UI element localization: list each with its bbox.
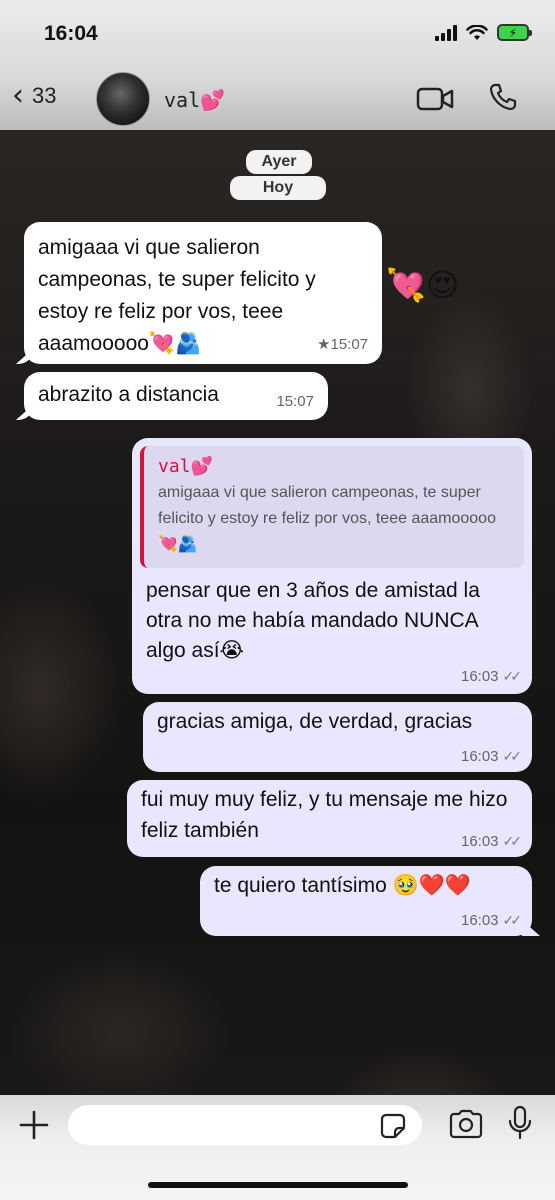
- read-receipt-icon: ✓✓: [502, 912, 523, 928]
- quoted-text: amigaaa vi que salieron campeonas, te su…: [158, 484, 496, 553]
- message-bubble-outgoing[interactable]: gracias amiga, de verdad, gracias 16:03 ✓…: [143, 702, 532, 772]
- message-time: 16:03 ✓✓: [460, 747, 523, 766]
- back-chevron-icon: ‹: [12, 78, 24, 113]
- quoted-sender: val💕: [158, 456, 213, 477]
- message-time: ★15:07: [317, 336, 368, 353]
- message-bubble-outgoing[interactable]: te quiero tantísimo 🥹❤️❤️ 16:03 ✓✓: [200, 866, 532, 936]
- read-receipt-icon: ✓✓: [502, 748, 523, 764]
- signal-icon: [435, 24, 457, 41]
- message-text: pensar que en 3 años de amistad la otra …: [146, 579, 480, 662]
- battery-icon: ⚡: [497, 24, 532, 41]
- message-time: 16:03 ✓✓: [460, 832, 523, 851]
- home-indicator: [148, 1182, 408, 1188]
- message-input[interactable]: [68, 1105, 422, 1145]
- message-text: te quiero tantísimo 🥹❤️❤️: [214, 874, 472, 897]
- contact-name[interactable]: val💕: [164, 88, 225, 112]
- message-bubble-outgoing[interactable]: val💕 amigaaa vi que salieron campeonas, …: [132, 438, 532, 694]
- message-bubble-outgoing[interactable]: fui muy muy feliz, y tu mensaje me hizo …: [127, 780, 532, 857]
- message-time-value: 16:03: [460, 668, 499, 685]
- status-time: 16:04: [44, 22, 98, 45]
- avatar[interactable]: [96, 72, 150, 126]
- message-text: gracias amiga, de verdad, gracias: [157, 710, 473, 733]
- message-bubble-incoming[interactable]: abrazito a distancia 15:07: [24, 372, 328, 420]
- unread-count: 33: [32, 83, 57, 108]
- message-bubble-incoming[interactable]: amigaaa vi que salieron campeonas, te su…: [24, 222, 382, 364]
- quoted-message[interactable]: val💕 amigaaa vi que salieron campeonas, …: [140, 446, 524, 568]
- message-text: amigaaa vi que salieron campeonas, te su…: [38, 236, 316, 355]
- message-time: 15:07: [276, 393, 314, 410]
- read-receipt-icon: ✓✓: [502, 668, 523, 684]
- message-time-value: 16:03: [460, 748, 499, 765]
- message-time: 16:03 ✓✓: [460, 667, 523, 686]
- date-chip-yesterday: Ayer: [246, 150, 312, 174]
- sticker-icon[interactable]: [380, 1113, 406, 1139]
- phone-call-icon[interactable]: [488, 82, 518, 112]
- back-button[interactable]: ‹ 33: [12, 78, 57, 113]
- camera-icon[interactable]: [448, 1109, 484, 1139]
- message-time-value: 16:03: [460, 833, 499, 850]
- message-time-value: 16:03: [460, 912, 499, 929]
- plus-icon[interactable]: [18, 1109, 50, 1141]
- message-time: 16:03 ✓✓: [460, 911, 523, 930]
- status-icons: ⚡: [435, 24, 532, 41]
- video-call-icon[interactable]: [416, 86, 454, 112]
- wifi-icon: [466, 24, 488, 40]
- message-reactions: 💘😍: [386, 267, 460, 303]
- date-chip-today: Hoy: [230, 176, 326, 200]
- read-receipt-icon: ✓✓: [502, 833, 523, 849]
- message-text: abrazito a distancia: [38, 383, 219, 406]
- chat-header: 16:04 ⚡ ‹ 33 val💕: [0, 0, 555, 130]
- microphone-icon[interactable]: [508, 1105, 532, 1141]
